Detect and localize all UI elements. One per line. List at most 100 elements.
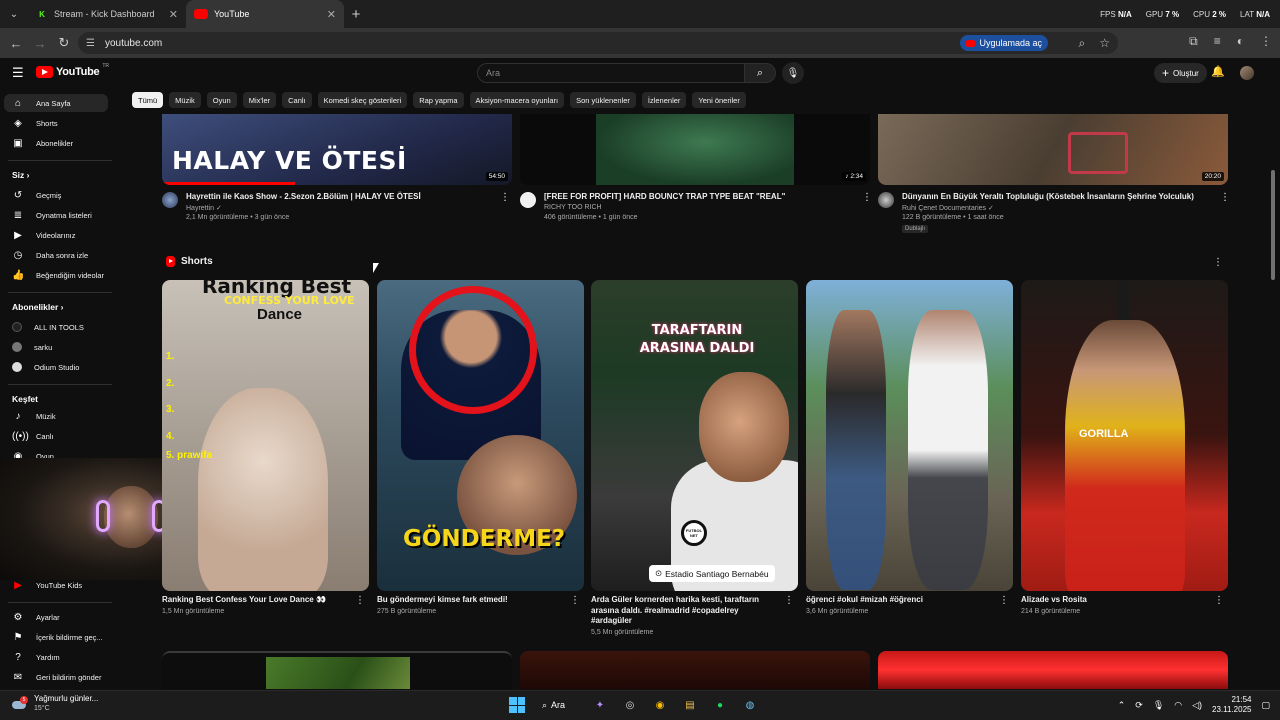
filter-chip[interactable]: Oyun bbox=[206, 92, 237, 108]
open-in-app-button[interactable]: Uygulamada aç bbox=[960, 35, 1048, 51]
video-title[interactable]: Hayrettin ile Kaos Show - 2.Sezon 2.Bölü… bbox=[186, 192, 421, 201]
voice-search-button[interactable]: 🎙 bbox=[782, 62, 804, 84]
close-icon[interactable]: ✕ bbox=[169, 8, 178, 21]
search-input[interactable]: Ara bbox=[477, 63, 745, 83]
sidebar-item-help[interactable]: ? Yardım bbox=[4, 648, 108, 666]
sidebar-item-your-videos[interactable]: ▶ Videolarınız bbox=[4, 226, 108, 244]
short-thumbnail[interactable]: TARAFTARIN ARASINA DALDI FUTBOL NET ⊙ Esta… bbox=[591, 280, 798, 591]
hamburger-menu-icon[interactable]: ☰ bbox=[12, 65, 24, 81]
short-title[interactable]: Arda Güler kornerden harika kesti, taraf… bbox=[591, 595, 771, 627]
filter-chip[interactable]: İzlenenler bbox=[641, 92, 687, 108]
short-title[interactable]: Alizade vs Rosita bbox=[1021, 595, 1201, 606]
filter-chip[interactable]: Rap yapma bbox=[413, 92, 464, 108]
site-info-icon[interactable]: ☰ bbox=[86, 38, 95, 49]
sidebar-item-feedback[interactable]: ✉ Geri bildirim gönder bbox=[4, 668, 108, 686]
short-title[interactable]: öğrenci #okul #mizah #öğrenci bbox=[806, 595, 986, 606]
sidebar-item-channel[interactable]: ALL IN TOOLS bbox=[4, 318, 108, 336]
bookmark-star-icon[interactable]: ☆ bbox=[1099, 36, 1110, 51]
tab-youtube[interactable]: YouTube ✕ bbox=[186, 0, 344, 28]
browser-menu-icon[interactable]: ⋮ bbox=[1260, 34, 1272, 49]
short-title[interactable]: Ranking Best Confess Your Love Dance 👀 bbox=[162, 595, 342, 606]
tray-app-icon[interactable]: ⟳ bbox=[1135, 700, 1143, 711]
sidebar-item-report-history[interactable]: ⚑ İçerik bildirme geç... bbox=[4, 628, 108, 646]
volume-icon[interactable]: ◁) bbox=[1192, 700, 1202, 711]
sidebar-item-subscriptions[interactable]: ▣ Abonelikler bbox=[4, 134, 108, 152]
account-avatar[interactable] bbox=[1240, 66, 1254, 80]
filter-chip[interactable]: Müzik bbox=[169, 92, 201, 108]
more-options-icon[interactable]: ⋮ bbox=[1213, 257, 1223, 268]
sidebar-item-history[interactable]: ↺ Geçmiş bbox=[4, 186, 108, 204]
sidebar-item-channel[interactable]: Odium Studio bbox=[4, 358, 108, 376]
sidebar-item-live[interactable]: ((•)) Canlı bbox=[4, 427, 108, 445]
file-explorer-icon[interactable]: ▤ bbox=[680, 695, 700, 715]
more-options-icon[interactable]: ⋮ bbox=[784, 595, 794, 606]
sidebar-item-liked-videos[interactable]: 👍 Beğendiğim videolar bbox=[4, 266, 108, 284]
microphone-icon[interactable]: 🎙 bbox=[1153, 700, 1164, 711]
wifi-icon[interactable]: ◠ bbox=[1174, 700, 1182, 711]
more-options-icon[interactable]: ⋮ bbox=[500, 192, 510, 203]
profile-icon[interactable]: ◐ bbox=[1237, 34, 1244, 49]
back-arrow-icon[interactable]: ← bbox=[4, 36, 28, 51]
video-title[interactable]: Dünyanın En Büyük Yeraltı Topluluğu (Kös… bbox=[902, 192, 1194, 201]
sidebar-you-heading[interactable]: Siz › bbox=[12, 170, 29, 180]
video-thumbnail[interactable] bbox=[878, 651, 1228, 689]
short-thumbnail[interactable]: Ranking Best CONFESS YOUR LOVE Dance 1. … bbox=[162, 280, 369, 591]
more-options-icon[interactable]: ⋮ bbox=[570, 595, 580, 606]
filter-chip[interactable]: Yeni öneriler bbox=[692, 92, 746, 108]
video-thumbnail[interactable]: HALAY VE ÖTESİ 54:50 bbox=[162, 114, 512, 185]
steam-icon[interactable]: ◍ bbox=[740, 695, 760, 715]
channel-name[interactable]: Hayrettin ✓ bbox=[186, 204, 222, 212]
page-scrollbar[interactable] bbox=[1271, 170, 1275, 280]
channel-avatar[interactable] bbox=[162, 192, 178, 208]
app-icon[interactable]: ◎ bbox=[620, 695, 640, 715]
video-thumbnail[interactable]: 20:20 bbox=[878, 114, 1228, 185]
short-title[interactable]: Bu göndermeyi kimse fark etmedi! bbox=[377, 595, 557, 606]
sidebar-item-settings[interactable]: ⚙ Ayarlar bbox=[4, 608, 108, 626]
channel-avatar[interactable] bbox=[878, 192, 894, 208]
filter-chip[interactable]: Aksiyon-macera oyunları bbox=[469, 92, 565, 108]
video-thumbnail[interactable]: ♪ 2:34 bbox=[520, 114, 870, 185]
video-title[interactable]: [FREE FOR PROFIT] HARD BOUNCY TRAP TYPE … bbox=[544, 192, 785, 201]
extensions-icon[interactable]: ⧉ bbox=[1189, 34, 1198, 49]
sidebar-item-home[interactable]: ⌂ Ana Sayfa bbox=[4, 94, 108, 112]
tab-search-icon[interactable]: ⌄ bbox=[0, 0, 28, 28]
video-thumbnail[interactable] bbox=[162, 651, 512, 689]
chrome-icon[interactable]: ◉ bbox=[650, 695, 670, 715]
new-tab-button[interactable]: + bbox=[344, 6, 368, 23]
reload-icon[interactable]: ↻ bbox=[52, 35, 76, 51]
tab-kick-dashboard[interactable]: K Stream - Kick Dashboard ✕ bbox=[28, 0, 186, 28]
short-thumbnail[interactable]: GÖNDERME? bbox=[377, 280, 584, 591]
youtube-logo[interactable]: YouTube TR bbox=[36, 63, 109, 78]
more-options-icon[interactable]: ⋮ bbox=[999, 595, 1009, 606]
filter-chip[interactable]: Son yüklenenler bbox=[570, 92, 636, 108]
filter-chip[interactable]: Komedi skeç gösterileri bbox=[317, 92, 408, 108]
notification-center-icon[interactable]: ▢ bbox=[1261, 700, 1270, 711]
close-icon[interactable]: ✕ bbox=[327, 8, 336, 21]
forward-arrow-icon[interactable]: → bbox=[28, 36, 52, 51]
sidebar-item-playlists[interactable]: ≣ Oynatma listeleri bbox=[4, 206, 108, 224]
more-options-icon[interactable]: ⋮ bbox=[355, 595, 365, 606]
notifications-bell-icon[interactable]: 🔔 bbox=[1211, 65, 1225, 78]
spotify-icon[interactable]: ● bbox=[710, 695, 730, 715]
create-button[interactable]: + Oluştur bbox=[1154, 63, 1207, 83]
short-thumbnail[interactable] bbox=[806, 280, 1013, 591]
channel-name[interactable]: RICHY TOO RICH bbox=[544, 204, 602, 211]
windows-start-icon[interactable] bbox=[508, 696, 526, 714]
more-options-icon[interactable]: ⋮ bbox=[1220, 192, 1230, 203]
weather-widget[interactable]: 5 Yağmurlu günler... 15°C bbox=[10, 694, 98, 714]
zoom-icon[interactable]: ⌕ bbox=[1079, 36, 1086, 51]
chevron-up-icon[interactable]: ⌃ bbox=[1118, 700, 1126, 711]
sidebar-item-shorts[interactable]: ◈ Shorts bbox=[4, 114, 108, 132]
short-thumbnail[interactable]: GORILLA bbox=[1021, 280, 1228, 591]
sidebar-item-music[interactable]: ♪ Müzik bbox=[4, 407, 108, 425]
taskbar-clock[interactable]: 21:54 23.11.2025 bbox=[1212, 695, 1251, 715]
filter-chip[interactable]: Canlı bbox=[282, 92, 312, 108]
copilot-icon[interactable]: ✦ bbox=[590, 695, 610, 715]
filter-chip[interactable]: Tümü bbox=[132, 92, 164, 108]
sidebar-subscriptions-heading[interactable]: Abonelikler › bbox=[12, 302, 64, 312]
channel-avatar[interactable] bbox=[520, 192, 536, 208]
filter-chip[interactable]: Mix'ler bbox=[242, 92, 277, 108]
channel-name[interactable]: Ruhi Çenet Documentaries ✓ bbox=[902, 204, 994, 212]
media-control-icon[interactable]: ≡ bbox=[1214, 34, 1221, 49]
more-options-icon[interactable]: ⋮ bbox=[1214, 595, 1224, 606]
